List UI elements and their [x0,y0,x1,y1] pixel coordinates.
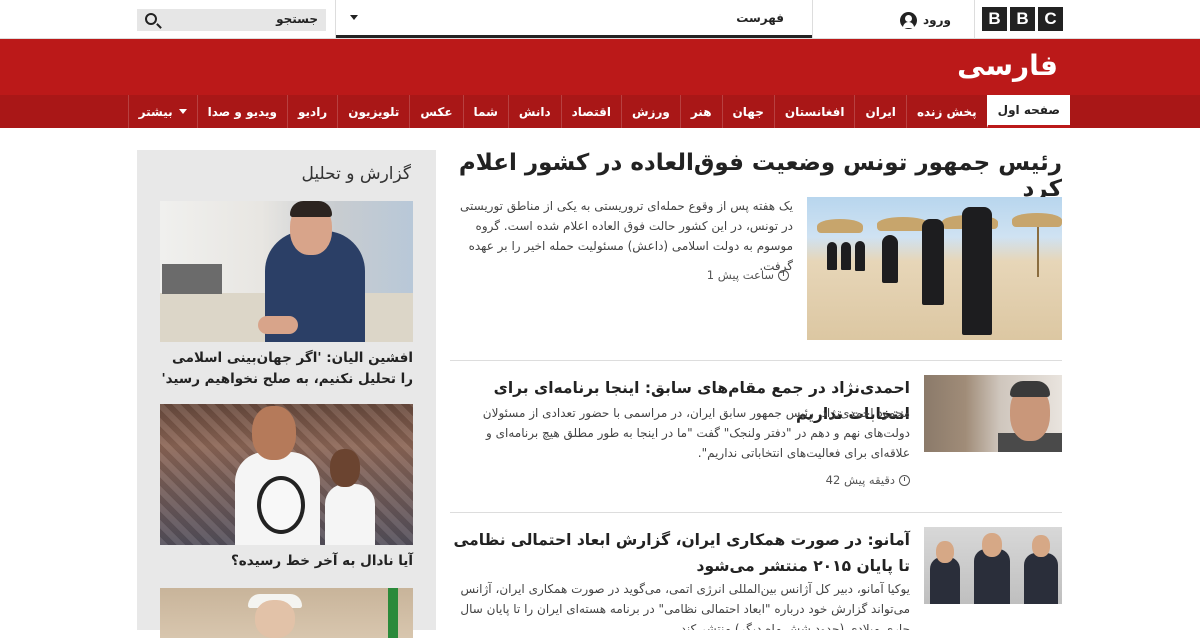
chevron-down-icon [350,15,358,20]
nav-item-iran[interactable]: ایران [854,95,905,128]
lead-summary: یک هفته پس از وقوع حمله‌ای تروریستی به ی… [460,199,793,273]
story-image[interactable] [924,375,1062,452]
logo-letter: B [982,7,1007,31]
analysis-sidebar: گزارش و تحلیل افشین الیان: 'اگر جهان‌بین… [137,150,436,638]
story-summary: یوکیا آمانو، دبیر کل آژانس بین‌المللی ان… [460,582,910,630]
signin-label: ورود [923,13,951,27]
figure-face [255,600,295,638]
main-nav: صفحه اول پخش زنده ایران افغانستان جهان ه… [0,95,1200,128]
brand-title[interactable]: فارسی [957,49,1058,82]
umbrella [1012,213,1062,227]
guard-figure [827,242,837,270]
sidebar-card-image[interactable] [160,588,413,638]
umbrella-pole [1037,227,1039,277]
figure-body [1024,553,1058,604]
nav-item-world[interactable]: جهان [721,95,774,128]
nav-item-science[interactable]: دانش [507,95,561,128]
nav-more-label: بیشتر [138,104,173,119]
figure-face [330,449,360,487]
search-placeholder: جستجو [276,12,318,26]
sidebar-title: گزارش و تحلیل [301,164,411,184]
nav-item-sport[interactable]: ورزش [621,95,680,128]
lead-image[interactable] [807,197,1062,340]
figure-face [982,533,1002,557]
divider [335,0,336,38]
guard-figure [855,241,865,271]
sidebar-card-headline[interactable]: آیا نادال به آخر خط رسیده؟ [160,551,413,572]
timestamp-label: 1 ساعت پیش [706,268,774,282]
nav-item-afghanistan[interactable]: افغانستان [773,95,855,128]
divider [812,0,813,38]
divider [450,512,1062,513]
flag [388,588,398,638]
logo-letter: B [1010,7,1035,31]
top-bar: B B C ورود فهرست جستجو [0,0,1200,39]
story-timestamp: 42 دقیقه پیش [826,473,910,487]
story-image[interactable] [924,527,1062,604]
nav-item-art[interactable]: هنر [679,95,722,128]
nav-item-home[interactable]: صفحه اول [986,95,1070,128]
search-input[interactable]: جستجو [137,9,326,31]
lead-timestamp: 1 ساعت پیش [707,268,789,282]
figure-hands [258,316,298,334]
search-icon[interactable] [145,13,157,25]
figure-body [325,484,375,545]
figure-hair [1010,381,1050,397]
sidebar-card[interactable] [160,588,413,638]
story-headline[interactable]: آمانو: در صورت همکاری ایران، گزارش ابعاد… [450,527,911,579]
user-icon [900,11,917,29]
nav-item-tv[interactable]: تلویزیون [337,95,409,128]
timestamp-label: 42 دقیقه پیش [825,473,895,487]
nav-item-you[interactable]: شما [462,95,508,128]
brand-banner: فارسی [0,39,1200,95]
clock-icon [899,474,910,486]
lead-headline[interactable]: رئیس جمهور تونس وضعیت فوق‌العاده در کشور… [442,150,1062,202]
bbc-logo[interactable]: B B C [982,7,1063,31]
signin-button[interactable]: ورود [900,10,966,30]
divider [450,360,1062,361]
sidebar-card-image[interactable] [160,201,413,342]
sidebar-card[interactable]: آیا نادال به آخر خط رسیده؟ [160,404,413,572]
story-item[interactable]: آمانو: در صورت همکاری ایران، گزارش ابعاد… [450,527,1062,630]
figure-hair [290,201,332,217]
guard-figure [841,242,851,270]
divider [974,0,975,38]
sidebar-card-headline[interactable]: افشین الیان: 'اگر جهان‌بینی اسلامی را تح… [160,348,413,390]
guard-figure [962,207,992,335]
menu-dropdown[interactable]: فهرست [336,0,812,38]
figure-body [974,549,1010,604]
sidebar-card-image[interactable] [160,404,413,545]
nav-item-photo[interactable]: عکس [409,95,462,128]
chevron-down-icon [178,109,187,114]
clock-icon [778,269,789,281]
figure-body [930,557,960,604]
nav-item-live[interactable]: پخش زنده [905,95,987,128]
figure-face [1032,535,1050,557]
phone-shelf [162,264,222,294]
nav-list: صفحه اول پخش زنده ایران افغانستان جهان ه… [127,95,1070,128]
story-summary: محمود احمدی‌نژاد، رئیس جمهور سابق ایران،… [482,406,910,460]
nav-item-more[interactable]: بیشتر [127,95,197,128]
guard-figure [922,219,944,305]
tennis-racket [257,476,305,534]
figure-face [252,406,296,460]
sidebar-card[interactable]: افشین الیان: 'اگر جهان‌بینی اسلامی را تح… [160,201,413,390]
guard-figure [882,235,898,283]
nav-item-economy[interactable]: اقتصاد [560,95,621,128]
nav-item-video-audio[interactable]: ویدیو و صدا [196,95,287,128]
figure-face [936,541,954,563]
logo-letter: C [1038,7,1063,31]
menu-label: فهرست [736,11,784,25]
umbrella [817,219,863,233]
story-item[interactable]: احمدی‌نژاد در جمع مقام‌های سابق: اینجا ب… [450,375,1062,495]
nav-item-radio[interactable]: رادیو [287,95,337,128]
